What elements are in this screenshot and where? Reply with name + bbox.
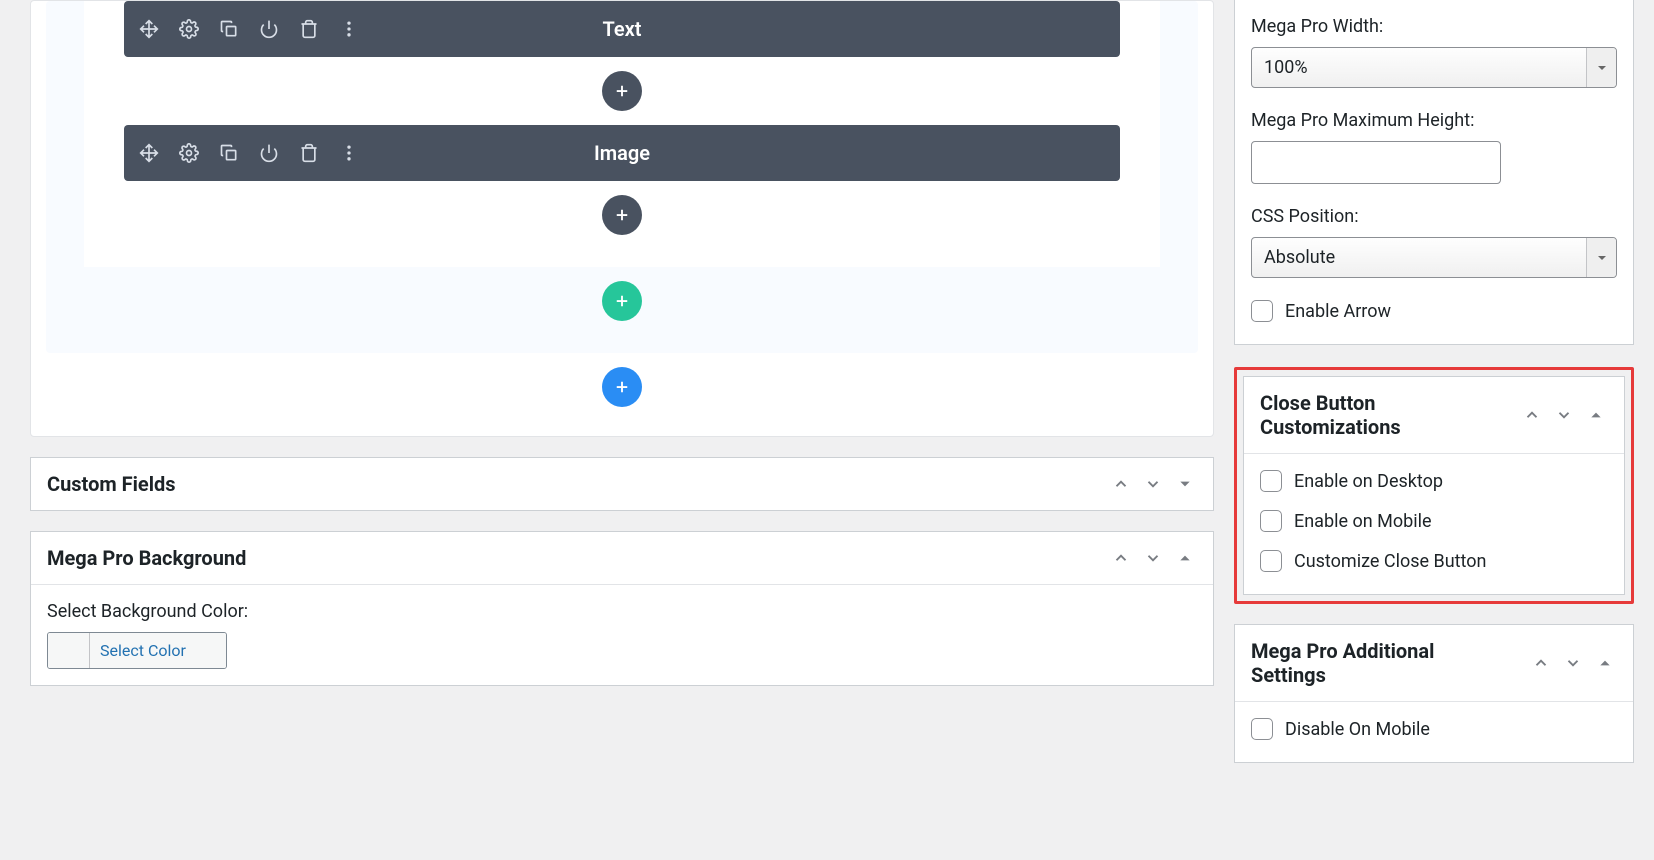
panel-header[interactable]: Custom Fields bbox=[31, 458, 1213, 510]
triangle-up-icon[interactable] bbox=[1584, 403, 1608, 427]
widget-text[interactable]: Text bbox=[124, 1, 1120, 57]
panel-mega-settings: Mega Pro Width: 100% Mega Pro Maximum He… bbox=[1234, 0, 1634, 345]
css-pos-select[interactable]: Absolute bbox=[1251, 237, 1617, 278]
triangle-down-icon[interactable] bbox=[1586, 238, 1616, 277]
width-select[interactable]: 100% bbox=[1251, 47, 1617, 88]
copy-icon[interactable] bbox=[216, 140, 242, 166]
panel-title: Custom Fields bbox=[47, 472, 176, 496]
checkbox-label: Enable on Desktop bbox=[1294, 471, 1443, 492]
checkbox-label: Disable On Mobile bbox=[1285, 719, 1430, 740]
triangle-up-icon[interactable] bbox=[1593, 651, 1617, 675]
move-icon[interactable] bbox=[136, 16, 162, 42]
widget-image[interactable]: Image bbox=[124, 125, 1120, 181]
more-icon[interactable] bbox=[336, 140, 362, 166]
panel-header[interactable]: Mega Pro Additional Settings bbox=[1235, 625, 1633, 701]
add-section-button[interactable] bbox=[602, 367, 642, 407]
chevron-up-icon[interactable] bbox=[1109, 546, 1133, 570]
panel-custom-fields: Custom Fields bbox=[30, 457, 1214, 511]
panel-mega-bg: Mega Pro Background Select Background Co… bbox=[30, 531, 1214, 686]
customize-close-checkbox[interactable] bbox=[1260, 550, 1282, 572]
add-widget-button[interactable] bbox=[602, 71, 642, 111]
gear-icon[interactable] bbox=[176, 16, 202, 42]
more-icon[interactable] bbox=[336, 16, 362, 42]
checkbox-label: Enable on Mobile bbox=[1294, 511, 1432, 532]
panel-header[interactable]: Close Button Customizations bbox=[1244, 377, 1624, 453]
move-icon[interactable] bbox=[136, 140, 162, 166]
panel-additional-settings: Mega Pro Additional Settings Disable On … bbox=[1234, 624, 1634, 763]
chevron-down-icon[interactable] bbox=[1141, 546, 1165, 570]
panel-header[interactable]: Mega Pro Background bbox=[31, 532, 1213, 584]
select-value: 100% bbox=[1252, 48, 1586, 87]
chevron-up-icon[interactable] bbox=[1520, 403, 1544, 427]
triangle-down-icon[interactable] bbox=[1173, 472, 1197, 496]
trash-icon[interactable] bbox=[296, 16, 322, 42]
chevron-up-icon[interactable] bbox=[1109, 472, 1133, 496]
panel-close-button: Close Button Customizations Enable on De… bbox=[1243, 376, 1625, 595]
enable-arrow-checkbox[interactable] bbox=[1251, 300, 1273, 322]
panel-title: Mega Pro Background bbox=[47, 546, 246, 570]
select-color-button[interactable]: Select Color bbox=[90, 633, 226, 668]
chevron-down-icon[interactable] bbox=[1561, 651, 1585, 675]
enable-desktop-checkbox[interactable] bbox=[1260, 470, 1282, 492]
chevron-down-icon[interactable] bbox=[1141, 472, 1165, 496]
add-row-button[interactable] bbox=[602, 281, 642, 321]
power-icon[interactable] bbox=[256, 140, 282, 166]
add-widget-button[interactable] bbox=[602, 195, 642, 235]
max-height-input[interactable] bbox=[1251, 141, 1501, 184]
panel-title: Mega Pro Additional Settings bbox=[1251, 639, 1451, 687]
panel-title: Close Button Customizations bbox=[1260, 391, 1460, 439]
highlight-box: Close Button Customizations Enable on De… bbox=[1234, 367, 1634, 604]
max-height-label: Mega Pro Maximum Height: bbox=[1251, 110, 1617, 131]
width-label: Mega Pro Width: bbox=[1251, 16, 1617, 37]
triangle-down-icon[interactable] bbox=[1586, 48, 1616, 87]
checkbox-label: Customize Close Button bbox=[1294, 551, 1486, 572]
checkbox-label: Enable Arrow bbox=[1285, 301, 1391, 322]
trash-icon[interactable] bbox=[296, 140, 322, 166]
chevron-up-icon[interactable] bbox=[1529, 651, 1553, 675]
chevron-down-icon[interactable] bbox=[1552, 403, 1576, 427]
triangle-up-icon[interactable] bbox=[1173, 546, 1197, 570]
css-pos-label: CSS Position: bbox=[1251, 206, 1617, 227]
copy-icon[interactable] bbox=[216, 16, 242, 42]
gear-icon[interactable] bbox=[176, 140, 202, 166]
editor-canvas: Text bbox=[30, 0, 1214, 437]
color-swatch[interactable] bbox=[48, 633, 90, 668]
enable-mobile-checkbox[interactable] bbox=[1260, 510, 1282, 532]
select-value: Absolute bbox=[1252, 238, 1586, 277]
disable-mobile-checkbox[interactable] bbox=[1251, 718, 1273, 740]
bg-color-label: Select Background Color: bbox=[47, 601, 1197, 622]
color-picker[interactable]: Select Color bbox=[47, 632, 227, 669]
power-icon[interactable] bbox=[256, 16, 282, 42]
